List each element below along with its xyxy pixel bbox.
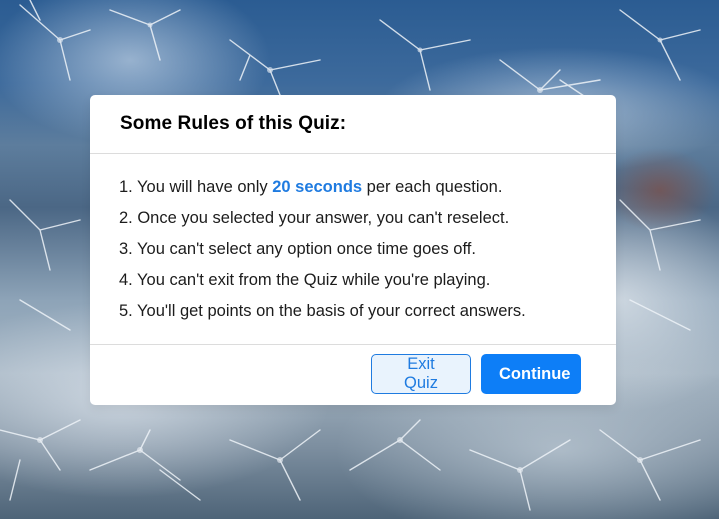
exit-quiz-button[interactable]: Exit Quiz xyxy=(371,354,471,394)
rules-list: 1. You will have only 20 seconds per eac… xyxy=(90,154,616,345)
dialog-footer: Exit Quiz Continue xyxy=(90,345,616,394)
rule-item-1: 1. You will have only 20 seconds per eac… xyxy=(119,172,616,203)
rule-item-2: 2. Once you selected your answer, you ca… xyxy=(119,209,510,227)
rule-item-4: 4. You can't exit from the Quiz while yo… xyxy=(119,271,491,289)
rule-1-suffix: per each question. xyxy=(362,178,503,196)
quiz-rules-dialog: Some Rules of this Quiz: 1. You will hav… xyxy=(90,95,616,405)
continue-button[interactable]: Continue xyxy=(481,354,581,394)
time-limit-highlight: 20 seconds xyxy=(272,178,363,196)
rule-1-prefix: 1. You will have only xyxy=(119,178,273,196)
rule-item-5: 5. You'll get points on the basis of you… xyxy=(119,302,526,320)
rule-item-3: 3. You can't select any option once time… xyxy=(119,240,476,258)
dialog-title: Some Rules of this Quiz: xyxy=(120,113,347,134)
dialog-header: Some Rules of this Quiz: xyxy=(90,95,616,154)
